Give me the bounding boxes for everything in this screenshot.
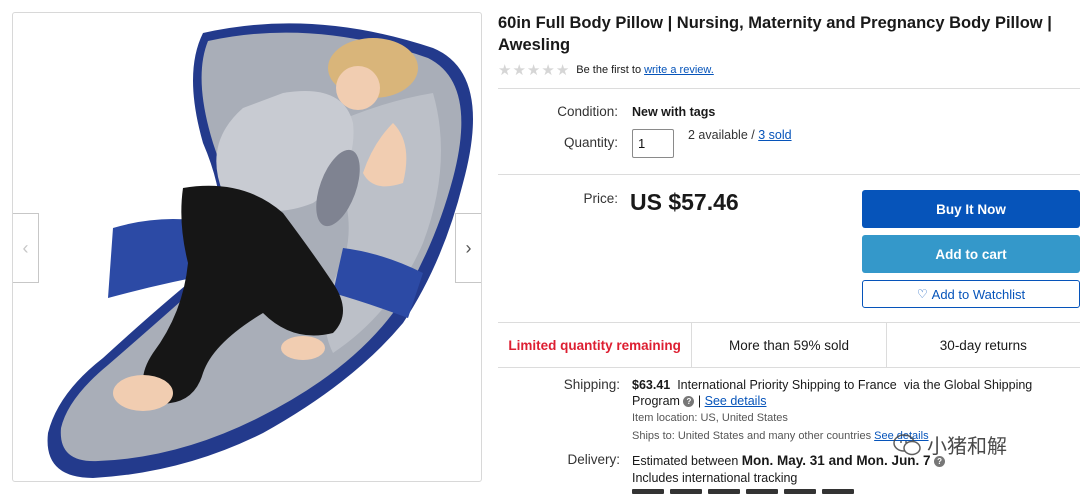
payment-icon (784, 489, 816, 494)
previous-image-button[interactable]: ‹ (13, 213, 39, 283)
available-text: 2 available / (688, 128, 755, 142)
tracking-info: Includes international tracking (632, 471, 798, 485)
shipping-label: Shipping: (563, 377, 620, 392)
ships-to: Ships to: United States and many other c… (632, 430, 872, 442)
chevron-left-icon: ‹ (22, 237, 29, 258)
star-icon: ★ (512, 61, 526, 79)
shipping-cost: $63.41 (632, 378, 671, 392)
payment-icon (746, 489, 778, 494)
star-icon: ★ (541, 61, 555, 79)
chat-bubbles-icon (893, 433, 921, 455)
sold-percent-badge: More than 59% sold (692, 323, 887, 367)
watermark-text: 小猪和解 (927, 436, 1007, 458)
payment-icon (708, 489, 740, 494)
divider (498, 174, 1080, 175)
product-title: 60in Full Body Pillow | Nursing, Materni… (498, 14, 1052, 54)
price-value: US $57.46 (630, 189, 739, 215)
delivery-label: Delivery: (567, 452, 620, 467)
availability: 2 available / 3 sold (688, 128, 792, 142)
star-rating: ★ ★ ★ ★ ★ (498, 63, 570, 78)
star-icon: ★ (526, 61, 541, 79)
returns-badge: 30-day returns (939, 337, 1027, 353)
divider (498, 88, 1080, 89)
payment-icon (822, 489, 854, 494)
shipping-line: $63.41 International Priority Shipping t… (632, 378, 1033, 408)
add-to-cart-button[interactable]: Add to cart (862, 235, 1080, 273)
payment-icon (632, 489, 664, 494)
condition-value: New with tags (632, 105, 716, 119)
item-location: Item location: US, United States (632, 412, 788, 424)
delivery-estimate-prefix: Estimated between (632, 454, 739, 468)
product-image-gallery: ‹ › (12, 12, 482, 482)
quantity-label: Quantity: (563, 135, 618, 150)
rating-row: ★ ★ ★ ★ ★ Be the first to write a review… (498, 62, 714, 78)
payment-icon (670, 489, 702, 494)
buy-it-now-button[interactable]: Buy It Now (862, 190, 1080, 228)
product-photo (47, 23, 474, 479)
shipping-see-details-link[interactable]: See details (705, 394, 767, 408)
sold-link[interactable]: 3 sold (758, 128, 791, 142)
quantity-input[interactable] (632, 129, 674, 158)
watchlist-label: Add to Watchlist (931, 286, 1026, 302)
limited-quantity-badge: Limited quantity remaining (498, 323, 693, 367)
next-image-button[interactable]: › (455, 213, 481, 283)
star-icon: ★ (498, 61, 512, 79)
shipping-service: International Priority Shipping to Franc… (677, 378, 897, 392)
heart-icon: ♡ (916, 287, 928, 301)
help-icon[interactable]: ? (683, 396, 695, 408)
payment-icons-row (632, 489, 854, 494)
watermark: 小猪和解 (893, 430, 1007, 459)
write-review-link[interactable]: write a review. (644, 64, 714, 76)
rating-text: Be the first to (576, 64, 642, 76)
price-label: Price: (583, 191, 618, 206)
chevron-right-icon: › (465, 237, 472, 258)
condition-label: Condition: (557, 104, 618, 119)
highlights-bar: Limited quantity remaining More than 59%… (498, 322, 1080, 368)
star-icon: ★ (555, 61, 570, 79)
add-to-watchlist-button[interactable]: ♡ Add to Watchlist (862, 280, 1080, 308)
